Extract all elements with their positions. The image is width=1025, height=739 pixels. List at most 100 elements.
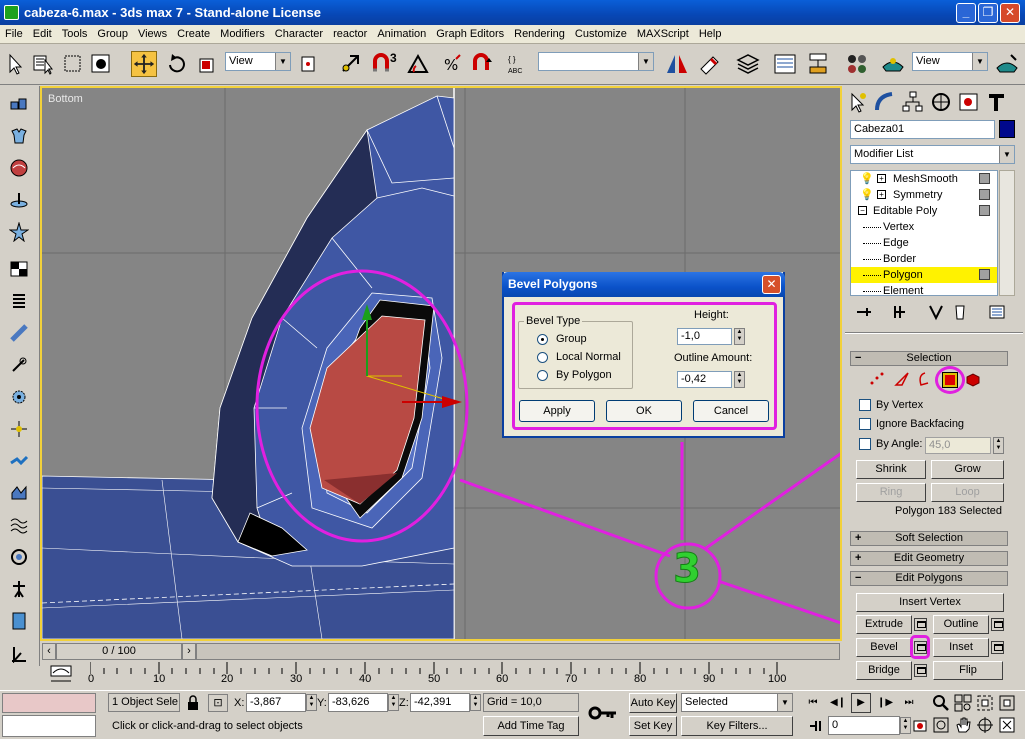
pan-hand-icon[interactable] (954, 716, 972, 734)
auto-key-button[interactable]: Auto Key (629, 693, 677, 713)
next-key-icon[interactable]: ❙▶ (875, 694, 895, 712)
quick-render-icon[interactable] (994, 51, 1020, 77)
selection-rollout-header[interactable]: − Selection (850, 351, 1008, 366)
stack-subitem-border[interactable]: Border (851, 251, 997, 267)
make-unique-icon[interactable] (927, 303, 945, 321)
bridge-settings-button[interactable] (914, 664, 927, 677)
x-spinner[interactable]: ▲ ▼ (306, 694, 317, 711)
reference-coord-combo[interactable]: View ▼ (225, 52, 291, 71)
flip-button[interactable]: Flip (933, 661, 1003, 680)
element-mode-icon[interactable] (963, 371, 981, 387)
radio-by-polygon[interactable] (537, 370, 548, 381)
inset-settings-button[interactable] (991, 641, 1004, 654)
play-icon[interactable]: ▶ (851, 693, 871, 713)
soft-selection-rollout-header[interactable]: + Soft Selection (850, 531, 1008, 546)
dialog-close-button[interactable]: ✕ (762, 275, 781, 294)
schematic-view-icon[interactable] (805, 51, 831, 77)
show-result-toggle[interactable] (979, 205, 990, 216)
vertex-mode-icon[interactable] (868, 371, 886, 387)
expand-plus-icon[interactable]: + (877, 174, 886, 183)
display-tab-icon[interactable] (957, 90, 980, 114)
menu-help[interactable]: Help (694, 25, 727, 44)
waves-icon[interactable] (9, 515, 29, 535)
y-coordinate[interactable]: -83,626 (328, 693, 388, 712)
by-vertex-checkbox[interactable] (859, 399, 871, 411)
angle-snap-icon[interactable] (405, 51, 431, 77)
fracture-icon[interactable] (9, 451, 29, 471)
constraint-solver-icon[interactable] (9, 222, 29, 242)
modify-tab-icon[interactable] (873, 90, 896, 114)
render-scene-icon[interactable] (880, 51, 906, 77)
utilities-tab-icon[interactable] (985, 90, 1008, 114)
zoom-all-icon[interactable] (954, 694, 972, 712)
menu-file[interactable]: File (0, 25, 28, 44)
menu-customize[interactable]: Customize (570, 25, 632, 44)
close-button[interactable]: ✕ (1000, 3, 1020, 23)
ragdoll-constraint-icon[interactable] (9, 547, 29, 567)
set-key-icon[interactable] (588, 701, 620, 725)
show-result-toggle[interactable] (979, 189, 990, 200)
time-slider-thumb[interactable]: 0 / 100 (56, 643, 182, 660)
spinner-snap-icon[interactable] (470, 51, 496, 77)
zoom-extents-icon[interactable] (976, 694, 994, 712)
outline-button[interactable]: Outline (933, 615, 989, 634)
create-tab-icon[interactable] (846, 90, 869, 114)
set-key-button[interactable]: Set Key (629, 716, 677, 736)
menu-maxscript[interactable]: MAXScript (632, 25, 694, 44)
ring-button[interactable]: Ring (856, 483, 926, 502)
plane-icon[interactable] (9, 259, 29, 279)
loop-button[interactable]: Loop (931, 483, 1004, 502)
mirror-icon[interactable] (664, 51, 690, 77)
prev-frame-button[interactable]: ‹ (42, 643, 56, 660)
key-mode-combo[interactable]: Selected ▼ (681, 693, 793, 712)
region-zoom-icon[interactable] (932, 716, 950, 734)
motion-tab-icon[interactable] (929, 90, 952, 114)
select-by-name-icon[interactable] (30, 51, 56, 77)
edge-mode-icon[interactable] (893, 371, 911, 387)
inset-button[interactable]: Inset (933, 638, 989, 657)
bevel-button[interactable]: Bevel (856, 638, 912, 657)
collapse-minus-icon[interactable]: − (858, 206, 867, 215)
remove-modifier-icon[interactable] (951, 303, 969, 321)
stack-subitem-edge[interactable]: Edge (851, 235, 997, 251)
select-manipulate-icon[interactable] (338, 51, 364, 77)
key-filters-button[interactable]: Key Filters... (681, 716, 793, 736)
extrude-settings-button[interactable] (914, 618, 927, 631)
pivot-center-icon[interactable] (296, 51, 322, 77)
lock-icon[interactable] (186, 695, 200, 711)
material-editor-icon[interactable] (844, 51, 870, 77)
show-result-toggle[interactable] (979, 173, 990, 184)
analyze-world-icon[interactable] (9, 643, 29, 663)
current-frame-input[interactable]: 0 (828, 716, 900, 735)
lightbulb-icon[interactable]: 💡 (860, 187, 874, 203)
water-icon[interactable] (9, 483, 29, 503)
z-spinner[interactable]: ▲ ▼ (470, 694, 481, 711)
radio-group[interactable] (537, 334, 548, 345)
menu-views[interactable]: Views (133, 25, 172, 44)
dialog-title-bar[interactable]: Bevel Polygons ✕ (502, 272, 785, 297)
zoom-extents-all-icon[interactable] (998, 694, 1016, 712)
menu-rendering[interactable]: Rendering (509, 25, 570, 44)
insert-vertex-button[interactable]: Insert Vertex (856, 593, 1004, 612)
apply-button[interactable]: Apply (519, 400, 595, 422)
track-ruler[interactable]: 0 10 20 30 40 50 60 70 80 90 100 (88, 662, 842, 690)
next-frame-button[interactable]: › (182, 643, 196, 660)
expand-plus-icon[interactable]: + (877, 190, 886, 199)
z-coordinate[interactable]: -42,391 (410, 693, 470, 712)
edit-named-selection-icon[interactable]: { } ABC (505, 51, 531, 77)
go-to-start-icon[interactable]: ⏮ (803, 694, 823, 712)
menu-animation[interactable]: Animation (372, 25, 431, 44)
move-tool-icon[interactable] (131, 51, 157, 77)
outline-amount-input[interactable]: -0,42 (677, 371, 732, 388)
shrink-button[interactable]: Shrink (856, 460, 926, 479)
edit-geometry-rollout-header[interactable]: + Edit Geometry (850, 551, 1008, 566)
stack-item-symmetry[interactable]: 💡 + Symmetry (851, 187, 997, 203)
lightbulb-icon[interactable]: 💡 (860, 171, 874, 187)
curve-editor-icon[interactable] (48, 663, 74, 687)
show-end-result-icon[interactable] (891, 303, 909, 321)
select-arrow-icon[interactable] (2, 51, 28, 77)
rect-selection-icon[interactable] (60, 51, 86, 77)
edit-polygons-rollout-header[interactable]: − Edit Polygons (850, 571, 1008, 586)
absolute-mode-toggle[interactable]: ⊡ (208, 694, 228, 712)
height-input[interactable]: -1,0 (677, 328, 732, 345)
